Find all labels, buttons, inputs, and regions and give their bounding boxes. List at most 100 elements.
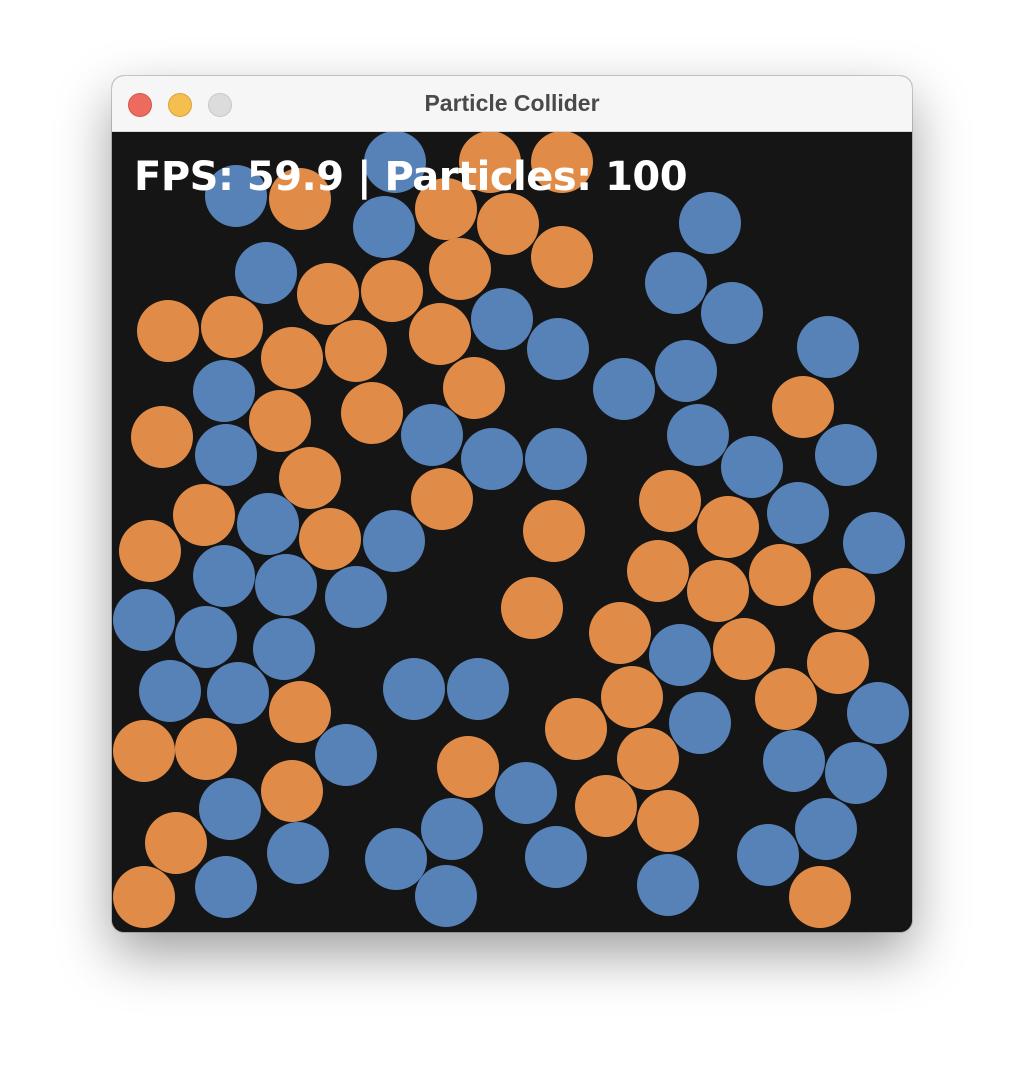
orange-particle xyxy=(589,602,651,664)
orange-particle xyxy=(813,568,875,630)
blue-particle xyxy=(461,428,523,490)
orange-particle xyxy=(807,632,869,694)
blue-particle xyxy=(649,624,711,686)
blue-particle xyxy=(667,404,729,466)
orange-particle xyxy=(299,508,361,570)
orange-particle xyxy=(713,618,775,680)
blue-particle xyxy=(797,316,859,378)
orange-particle xyxy=(429,238,491,300)
particle-canvas[interactable]: FPS: 59.9 | Particles: 100 xyxy=(112,132,912,932)
blue-particle xyxy=(255,554,317,616)
orange-particle xyxy=(531,226,593,288)
blue-particle xyxy=(843,512,905,574)
app-window: Particle Collider FPS: 59.9 | Particles:… xyxy=(112,76,912,932)
orange-particle xyxy=(201,296,263,358)
title-bar[interactable]: Particle Collider xyxy=(112,76,912,132)
particle-field xyxy=(113,132,909,928)
orange-particle xyxy=(409,303,471,365)
blue-particle xyxy=(353,196,415,258)
blue-particle xyxy=(315,724,377,786)
blue-particle xyxy=(679,192,741,254)
blue-particle xyxy=(593,358,655,420)
orange-particle xyxy=(501,577,563,639)
orange-particle xyxy=(411,468,473,530)
orange-particle xyxy=(113,720,175,782)
blue-particle xyxy=(825,742,887,804)
orange-particle xyxy=(687,560,749,622)
blue-particle xyxy=(365,828,427,890)
blue-particle xyxy=(795,798,857,860)
blue-particle xyxy=(525,428,587,490)
orange-particle xyxy=(477,193,539,255)
blue-particle xyxy=(193,360,255,422)
blue-particle xyxy=(383,658,445,720)
orange-particle xyxy=(325,320,387,382)
orange-particle xyxy=(175,718,237,780)
orange-particle xyxy=(545,698,607,760)
orange-particle xyxy=(601,666,663,728)
blue-particle xyxy=(421,798,483,860)
blue-particle xyxy=(237,493,299,555)
orange-particle xyxy=(575,775,637,837)
orange-particle xyxy=(523,500,585,562)
blue-particle xyxy=(401,404,463,466)
orange-particle xyxy=(697,496,759,558)
orange-particle xyxy=(119,520,181,582)
blue-particle xyxy=(363,510,425,572)
orange-particle xyxy=(173,484,235,546)
blue-particle xyxy=(267,822,329,884)
blue-particle xyxy=(737,824,799,886)
orange-particle xyxy=(749,544,811,606)
blue-particle xyxy=(763,730,825,792)
blue-particle xyxy=(113,589,175,651)
fps-counter: FPS: 59.9 | Particles: 100 xyxy=(134,154,688,200)
blue-particle xyxy=(527,318,589,380)
blue-particle xyxy=(645,252,707,314)
blue-particle xyxy=(175,606,237,668)
orange-particle xyxy=(137,300,199,362)
orange-particle xyxy=(249,390,311,452)
blue-particle xyxy=(637,854,699,916)
blue-particle xyxy=(721,436,783,498)
orange-particle xyxy=(341,382,403,444)
orange-particle xyxy=(639,470,701,532)
blue-particle xyxy=(655,340,717,402)
orange-particle xyxy=(789,866,851,928)
window-title: Particle Collider xyxy=(424,90,600,116)
blue-particle xyxy=(447,658,509,720)
blue-particle xyxy=(495,762,557,824)
orange-particle xyxy=(297,263,359,325)
orange-particle xyxy=(145,812,207,874)
orange-particle xyxy=(113,866,175,928)
blue-particle xyxy=(195,424,257,486)
blue-particle xyxy=(139,660,201,722)
orange-particle xyxy=(261,327,323,389)
blue-particle xyxy=(193,545,255,607)
orange-particle xyxy=(279,447,341,509)
orange-particle xyxy=(437,736,499,798)
blue-particle xyxy=(815,424,877,486)
blue-particle xyxy=(525,826,587,888)
blue-particle xyxy=(701,282,763,344)
orange-particle xyxy=(269,681,331,743)
blue-particle xyxy=(847,682,909,744)
blue-particle xyxy=(199,778,261,840)
orange-particle xyxy=(772,376,834,438)
blue-particle xyxy=(207,662,269,724)
blue-particle xyxy=(235,242,297,304)
orange-particle xyxy=(131,406,193,468)
blue-particle xyxy=(767,482,829,544)
orange-particle xyxy=(361,260,423,322)
blue-particle xyxy=(253,618,315,680)
orange-particle xyxy=(637,790,699,852)
orange-particle xyxy=(617,728,679,790)
orange-particle xyxy=(443,357,505,419)
orange-particle xyxy=(261,760,323,822)
blue-particle xyxy=(195,856,257,918)
orange-particle xyxy=(755,668,817,730)
blue-particle xyxy=(415,865,477,927)
blue-particle xyxy=(325,566,387,628)
blue-particle xyxy=(471,288,533,350)
orange-particle xyxy=(627,540,689,602)
blue-particle xyxy=(669,692,731,754)
